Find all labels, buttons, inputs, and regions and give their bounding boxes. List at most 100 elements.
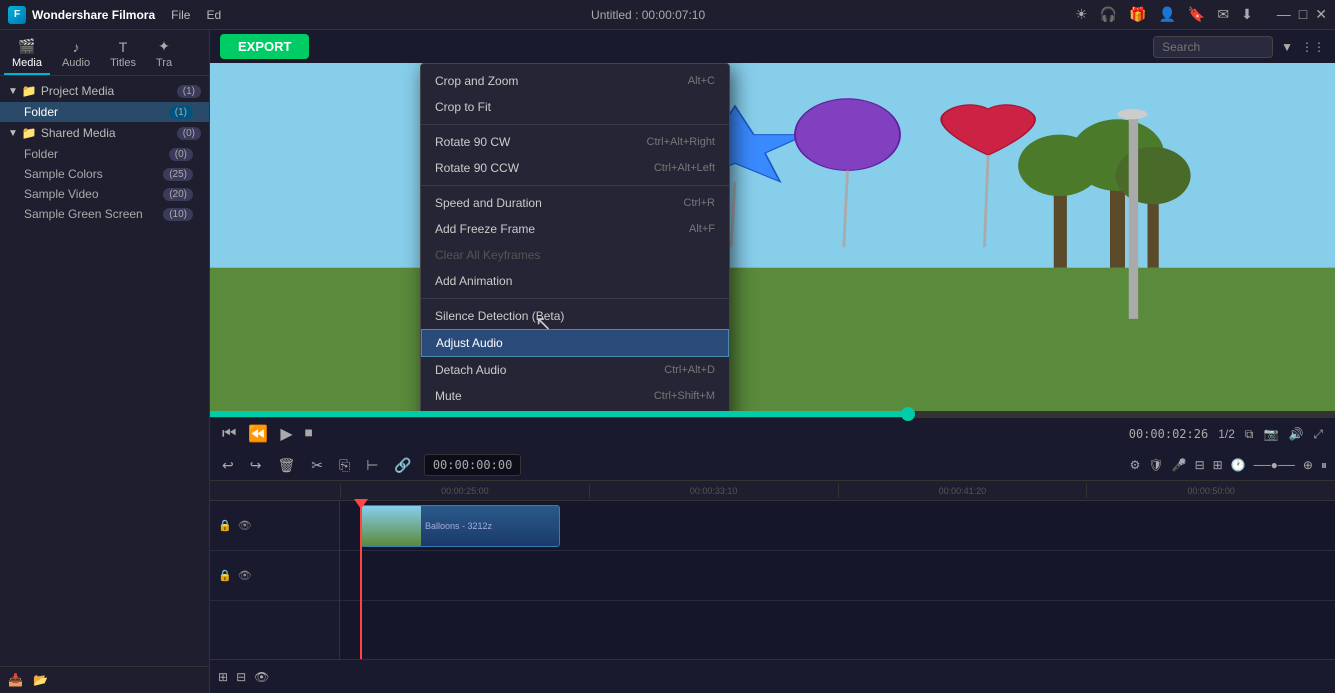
ctx-speed-duration[interactable]: Speed and Duration Ctrl+R — [421, 190, 729, 216]
search-input[interactable] — [1153, 36, 1273, 58]
shared-media-label: Shared Media — [41, 126, 116, 140]
step-back-button[interactable]: ⏪ — [248, 424, 268, 444]
timeline-grid-icon[interactable]: ⊞ — [1213, 458, 1223, 472]
timeline-settings-icon[interactable]: ⚙ — [1130, 458, 1141, 472]
preview-search-row: ▼ ⋮⋮ — [1153, 36, 1325, 58]
menu-bar: File Ed — [171, 8, 221, 22]
left-panel-toolbar: 📥 📂 — [0, 666, 209, 693]
shared-media-count: (0) — [177, 127, 201, 140]
timeline-copy-button[interactable]: ⎘ — [335, 455, 354, 476]
grid-icon[interactable]: ⋮⋮ — [1301, 40, 1325, 54]
tab-audio[interactable]: ♪ Audio — [54, 35, 98, 75]
ctx-crop-fit[interactable]: Crop to Fit — [421, 94, 729, 120]
close-button[interactable]: ✕ — [1315, 6, 1327, 23]
timeline-split-button[interactable]: ⊢ — [362, 455, 382, 476]
left-panel: 🎬 Media ♪ Audio T Titles ✦ Tra ▼ 📁 Proje… — [0, 30, 210, 693]
ctx-speed-duration-label: Speed and Duration — [435, 196, 542, 210]
ctx-mute[interactable]: Mute Ctrl+Shift+M — [421, 383, 729, 409]
gift-icon[interactable]: 🎁 — [1129, 6, 1146, 23]
folder-item-shared[interactable]: Folder (0) — [0, 144, 209, 164]
pip-icon[interactable]: ⧉ — [1245, 427, 1254, 442]
export-button[interactable]: EXPORT — [220, 34, 309, 59]
add-track-icon[interactable]: ⊞ — [218, 670, 228, 684]
user-icon[interactable]: 👤 — [1158, 6, 1175, 23]
timeline-cut-button[interactable]: ✂ — [307, 455, 327, 476]
preview-controls: ⏮ ⏪ ▶ ⏹ 00:00:02:26 1/2 ⧉ 📷 🔊 ⤢ — [210, 417, 1335, 450]
screenshot-icon[interactable]: 📷 — [1263, 427, 1278, 441]
timeline-area: ↩ ↪ 🗑 ✂ ⎘ ⊢ 🔗 00:00:00:00 ⚙ 🛡 🎤 ⊟ ⊞ 🕐 ──… — [210, 450, 1335, 693]
maximize-button[interactable]: □ — [1299, 6, 1307, 23]
mail-icon[interactable]: ✉ — [1217, 6, 1229, 23]
eye-bottom-icon[interactable]: 👁 — [254, 670, 269, 684]
balloons-svg — [210, 63, 1335, 411]
sample-colors-count: (25) — [163, 168, 193, 181]
ctx-crop-zoom[interactable]: Crop and Zoom Alt+C — [421, 68, 729, 94]
folder-item-project[interactable]: Folder (1) — [0, 102, 209, 122]
timeline-pause-icon[interactable]: ⏸ — [1321, 458, 1327, 473]
clip-block-video[interactable]: Balloons - 3212z — [360, 505, 560, 547]
play-button[interactable]: ▶ — [280, 424, 292, 444]
timeline-link-button[interactable]: 🔗 — [390, 455, 415, 476]
timeline-delete-button[interactable]: 🗑 — [273, 455, 299, 476]
new-folder-button[interactable]: 📂 — [33, 673, 48, 687]
fullscreen-icon[interactable]: ⤢ — [1313, 427, 1323, 442]
window-controls: — □ ✕ — [1277, 6, 1327, 23]
ctx-clear-keyframes-label: Clear All Keyframes — [435, 248, 540, 262]
download-icon[interactable]: ⬇ — [1241, 6, 1253, 23]
preview-progress-thumb[interactable] — [901, 407, 915, 421]
preview-progress-bar[interactable] — [210, 411, 1335, 417]
sun-icon[interactable]: ☀ — [1075, 6, 1088, 23]
project-media-folder-icon: 📁 — [22, 84, 37, 98]
timeline-redo-button[interactable]: ↪ — [246, 455, 266, 476]
shared-media-header[interactable]: ▼ 📁 Shared Media (0) — [0, 122, 209, 144]
ruler-mark-4: 00:00:50:00 — [1086, 484, 1335, 498]
ctx-add-freeze-shortcut: Alt+F — [689, 223, 715, 235]
ctx-silence-detection[interactable]: Silence Detection (Beta) — [421, 303, 729, 329]
timeline-undo-button[interactable]: ↩ — [218, 455, 238, 476]
ctx-add-freeze[interactable]: Add Freeze Frame Alt+F — [421, 216, 729, 242]
preview-area: EXPORT ▼ ⋮⋮ — [210, 30, 1335, 450]
sample-green-screen-item[interactable]: Sample Green Screen (10) — [0, 204, 209, 224]
ctx-detach-audio[interactable]: Detach Audio Ctrl+Alt+D — [421, 357, 729, 383]
headphone-icon[interactable]: 🎧 — [1100, 6, 1117, 23]
ctx-detach-audio-shortcut: Ctrl+Alt+D — [664, 364, 715, 376]
timeline-add-icon[interactable]: ⊕ — [1303, 458, 1313, 472]
tab-titles[interactable]: T Titles — [102, 35, 144, 75]
sample-colors-item[interactable]: Sample Colors (25) — [0, 164, 209, 184]
skip-back-button[interactable]: ⏮ — [222, 425, 236, 443]
ctx-add-animation[interactable]: Add Animation — [421, 268, 729, 294]
track-lock-icon[interactable]: 🔒 — [218, 519, 232, 532]
shared-media-folder-icon: 📁 — [22, 126, 37, 140]
context-menu: Crop and Zoom Alt+C Crop to Fit Rotate 9… — [420, 63, 730, 411]
ctx-adjust-audio[interactable]: Adjust Audio — [421, 329, 729, 357]
timeline-clock-icon[interactable]: 🕐 — [1231, 458, 1246, 472]
track-eye-icon[interactable]: 👁 — [238, 519, 252, 532]
timeline-collapse-icon[interactable]: ⊟ — [1195, 458, 1205, 472]
remove-track-icon[interactable]: ⊟ — [236, 670, 246, 684]
bookmark-icon[interactable]: 🔖 — [1188, 6, 1205, 23]
project-media-arrow: ▼ — [8, 86, 18, 97]
ctx-rotate-ccw[interactable]: Rotate 90 CCW Ctrl+Alt+Left — [421, 155, 729, 181]
ruler-marks: 00:00:25:00 00:00:33:10 00:00:41:20 00:0… — [210, 484, 1335, 498]
volume-icon[interactable]: 🔊 — [1288, 427, 1303, 441]
ctx-rotate-cw[interactable]: Rotate 90 CW Ctrl+Alt+Right — [421, 129, 729, 155]
timeline-playhead[interactable] — [360, 501, 362, 659]
trans-tab-icon: ✦ — [158, 38, 170, 55]
ctx-add-freeze-label: Add Freeze Frame — [435, 222, 535, 236]
ctx-rotate-ccw-label: Rotate 90 CCW — [435, 161, 519, 175]
stop-button[interactable]: ⏹ — [305, 425, 313, 443]
timeline-mic-icon[interactable]: 🎤 — [1172, 458, 1187, 472]
sample-video-item[interactable]: Sample Video (20) — [0, 184, 209, 204]
tab-media[interactable]: 🎬 Media — [4, 34, 50, 75]
menu-edit[interactable]: Ed — [206, 8, 221, 22]
track-audio-eye-icon[interactable]: 👁 — [238, 569, 252, 582]
project-media-header[interactable]: ▼ 📁 Project Media (1) — [0, 80, 209, 102]
timeline-zoom-slider[interactable]: ──●── — [1254, 458, 1295, 472]
track-audio-lock-icon[interactable]: 🔒 — [218, 569, 232, 582]
minimize-button[interactable]: — — [1277, 6, 1291, 23]
timeline-shield-icon[interactable]: 🛡 — [1148, 458, 1163, 472]
menu-file[interactable]: File — [171, 8, 190, 22]
import-media-button[interactable]: 📥 — [8, 673, 23, 687]
filter-icon[interactable]: ▼ — [1281, 40, 1293, 54]
tab-transitions[interactable]: ✦ Tra — [148, 34, 180, 75]
